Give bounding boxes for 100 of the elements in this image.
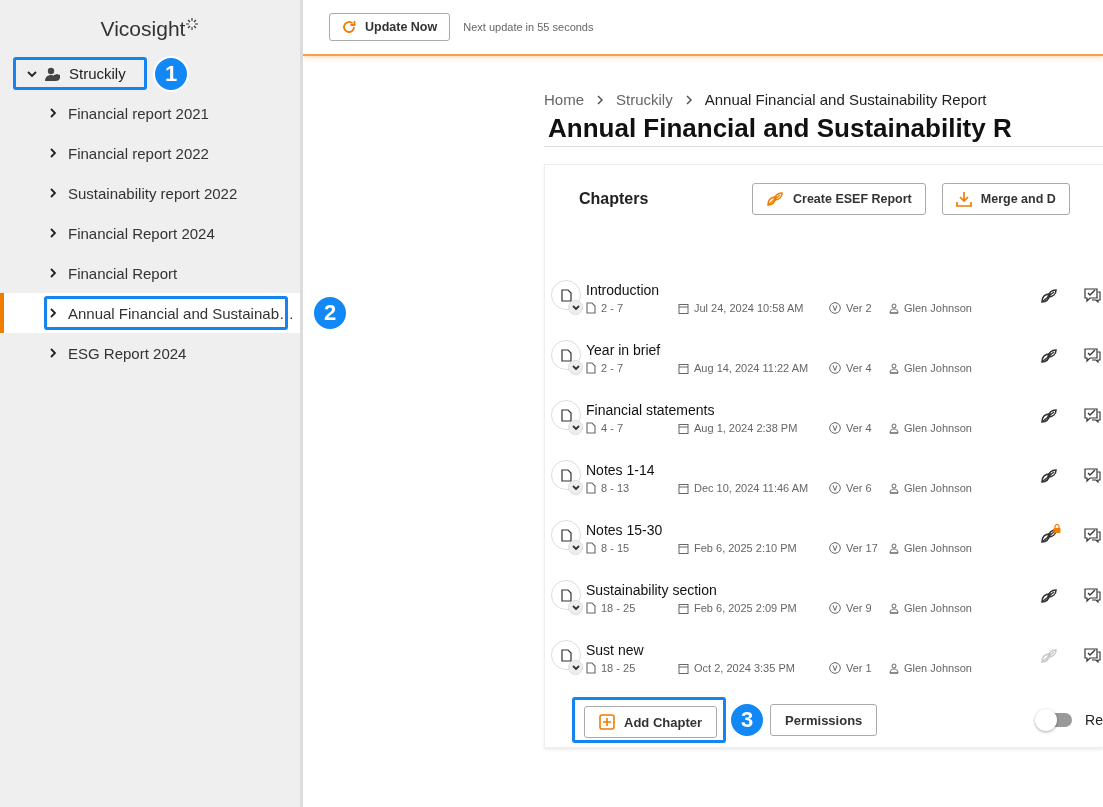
breadcrumb-link[interactable]: Home (544, 91, 584, 108)
review-check-icon (1084, 468, 1101, 483)
tree-item[interactable]: ESG Report 2024 (0, 333, 300, 373)
document-icon (560, 408, 572, 422)
review-check-icon (1084, 408, 1101, 423)
tree-item[interactable]: Financial report 2022 (0, 133, 300, 173)
page-range-icon (586, 302, 596, 314)
chevron-down-icon (571, 424, 580, 431)
page-range-icon (586, 602, 596, 614)
calendar-icon (678, 362, 689, 374)
version-icon (829, 542, 841, 554)
esef-button[interactable] (1040, 468, 1058, 484)
modified-date: Oct 2, 2024 3:35 PM (694, 662, 795, 674)
page-range: 18 - 25 (601, 662, 636, 674)
chapter-title[interactable]: Sust new (586, 640, 1040, 660)
esef-button[interactable] (1040, 348, 1058, 364)
tree-item[interactable]: Financial Report 2024 (0, 213, 300, 253)
review-check-icon (1084, 588, 1101, 603)
expand-button[interactable] (568, 420, 583, 435)
permissions-button[interactable]: Permissions (770, 704, 878, 736)
page-title: Annual Financial and Sustainability R (548, 112, 1013, 145)
calendar-icon (678, 302, 689, 314)
calendar-icon (678, 602, 689, 614)
chevron-right-icon (596, 94, 604, 105)
person-icon (889, 362, 899, 374)
person-icon (889, 482, 899, 494)
chapter-title[interactable]: Introduction (586, 280, 1040, 300)
version-icon (829, 482, 841, 494)
logo-text: Vicosight (100, 17, 186, 41)
review-check-icon (1084, 648, 1101, 663)
review-check-icon (1084, 348, 1101, 363)
version-icon (829, 662, 841, 674)
chevron-right-icon (684, 94, 693, 105)
review-check-icon (1084, 288, 1101, 303)
chapter-title[interactable]: Year in brief (586, 340, 1040, 360)
merge-button[interactable]: Merge and D (941, 183, 1070, 215)
document-icon (560, 288, 572, 302)
esef-button[interactable] (1040, 588, 1058, 604)
version-label: Ver 6 (846, 482, 872, 494)
esef-button[interactable] (1040, 288, 1058, 304)
page-range-icon (586, 662, 596, 674)
breadcrumb-link[interactable]: Struckily (616, 91, 673, 108)
chevron-down-icon (571, 544, 580, 551)
person-icon (889, 302, 899, 314)
person-icon (889, 602, 899, 614)
chapter-title[interactable]: Sustainability section (586, 580, 1040, 600)
create-report-button[interactable]: Create ESEF Report (752, 183, 926, 215)
page-range-icon (586, 482, 596, 494)
version-icon (829, 602, 841, 614)
document-icon (560, 588, 572, 602)
plus-box-icon (599, 714, 615, 730)
person-icon (889, 422, 899, 434)
author-name: Glen Johnson (904, 482, 972, 494)
page-range: 8 - 15 (601, 542, 630, 554)
version-label: Ver 4 (846, 362, 872, 374)
sparkle-icon (185, 17, 200, 31)
expand-button[interactable] (568, 540, 583, 555)
version-label: Ver 17 (846, 542, 878, 554)
modified-date: Jul 24, 2024 10:58 AM (694, 302, 804, 314)
step-badge: 3 (729, 702, 765, 738)
author-name: Glen Johnson (904, 602, 972, 614)
version-label: Ver 4 (846, 422, 872, 434)
modified-date: Feb 6, 2025 2:09 PM (694, 602, 797, 614)
calendar-icon (678, 542, 689, 554)
version-icon (829, 422, 841, 434)
author-name: Glen Johnson (904, 662, 972, 674)
expand-button[interactable] (568, 660, 583, 675)
page-range: 8 - 13 (601, 482, 630, 494)
update-countdown: Next update in 55 seconds (463, 21, 594, 33)
modified-date: Aug 14, 2024 11:22 AM (694, 362, 809, 374)
modified-date: Dec 10, 2024 11:46 AM (694, 482, 809, 494)
page-range-icon (586, 542, 596, 554)
step-badge: 2 (312, 295, 348, 331)
chapter-title[interactable]: Financial statements (586, 400, 1040, 420)
section-heading: Chapters (579, 190, 650, 208)
toggle-label: Re (1085, 712, 1103, 728)
tree-item[interactable]: Financial Report (0, 253, 300, 293)
expand-button[interactable] (568, 600, 583, 615)
document-icon (560, 648, 572, 662)
version-icon (829, 362, 841, 374)
tree-item[interactable]: Sustainability report 2022 (0, 173, 300, 213)
page-range-icon (586, 422, 596, 434)
modified-date: Aug 1, 2024 2:38 PM (694, 422, 798, 434)
esef-button[interactable] (1040, 408, 1058, 424)
download-icon (955, 191, 972, 207)
update-button[interactable]: Update Now (329, 13, 451, 41)
expand-button[interactable] (568, 360, 583, 375)
version-label: Ver 1 (846, 662, 872, 674)
person-icon (889, 662, 899, 674)
expand-button[interactable] (568, 480, 583, 495)
chevron-down-icon (571, 664, 580, 671)
chapter-title[interactable]: Notes 1-14 (586, 460, 1040, 480)
breadcrumb-current: Annual Financial and Sustainability Report (704, 91, 987, 108)
calendar-icon (678, 662, 689, 674)
add-chapter-button[interactable]: Add Chapter (584, 706, 717, 738)
chapter-title[interactable]: Notes 15-30 (586, 520, 1040, 540)
expand-button[interactable] (568, 300, 583, 315)
version-label: Ver 2 (846, 302, 872, 314)
modified-date: Feb 6, 2025 2:10 PM (694, 542, 797, 554)
tree-item[interactable]: Financial report 2021 (0, 93, 300, 133)
